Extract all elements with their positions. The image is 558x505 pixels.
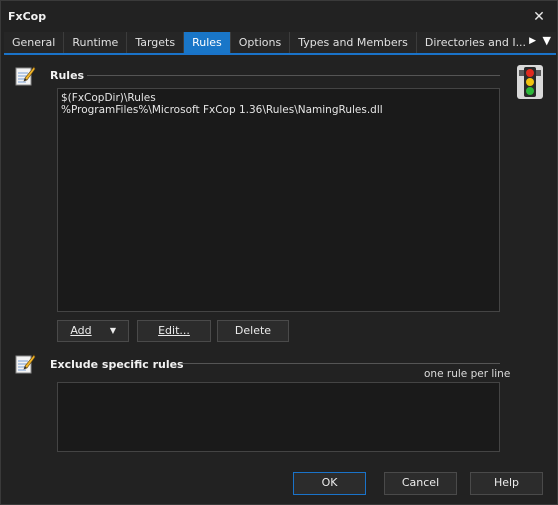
rules-line: $(FxCopDir)\Rules bbox=[61, 92, 156, 104]
tab-scroll-right-icon[interactable]: ▶ bbox=[529, 36, 536, 46]
edit-button[interactable]: Edit... bbox=[137, 320, 211, 342]
rules-divider bbox=[87, 75, 500, 76]
tab-types-and-members[interactable]: Types and Members bbox=[290, 32, 417, 53]
rules-heading: Rules bbox=[50, 69, 85, 82]
tab-rules[interactable]: Rules bbox=[184, 32, 231, 53]
title-bar: FxCop ✕ bbox=[1, 1, 557, 32]
tab-targets[interactable]: Targets bbox=[127, 32, 185, 53]
tab-options[interactable]: Options bbox=[231, 32, 291, 53]
add-button-label: Add bbox=[70, 324, 92, 337]
tab-menu-icon[interactable]: ▼ bbox=[543, 34, 551, 47]
delete-button[interactable]: Delete bbox=[217, 320, 289, 342]
tab-directories[interactable]: Directories and I... bbox=[417, 32, 534, 53]
rules-list[interactable]: $(FxCopDir)\Rules %ProgramFiles%\Microso… bbox=[57, 88, 500, 312]
exclude-hint: one rule per line bbox=[424, 368, 511, 380]
exclude-heading: Exclude specific rules bbox=[50, 358, 184, 371]
exclude-divider bbox=[181, 363, 500, 364]
window-title: FxCop bbox=[8, 10, 47, 23]
add-button[interactable]: Add ▼ bbox=[57, 320, 129, 342]
cancel-button[interactable]: Cancel bbox=[384, 472, 457, 495]
chevron-down-icon: ▼ bbox=[109, 326, 116, 335]
delete-button-label: Delete bbox=[234, 324, 272, 337]
fxcop-dialog: FxCop ✕ General Runtime Targets Rules Op… bbox=[0, 0, 558, 505]
tab-runtime[interactable]: Runtime bbox=[64, 32, 128, 53]
rules-line: %ProgramFiles%\Microsoft FxCop 1.36\Rule… bbox=[61, 104, 383, 116]
exclude-rules-input[interactable] bbox=[57, 382, 500, 452]
notepad-icon bbox=[15, 66, 36, 86]
help-button[interactable]: Help bbox=[470, 472, 543, 495]
edit-button-label: Edit... bbox=[158, 324, 190, 337]
tab-general[interactable]: General bbox=[4, 32, 65, 53]
traffic-light-icon bbox=[517, 65, 543, 99]
tab-bar: General Runtime Targets Rules Options Ty… bbox=[4, 32, 556, 55]
close-button[interactable]: ✕ bbox=[529, 7, 549, 27]
ok-button[interactable]: OK bbox=[293, 472, 366, 495]
notepad-icon bbox=[15, 354, 36, 374]
